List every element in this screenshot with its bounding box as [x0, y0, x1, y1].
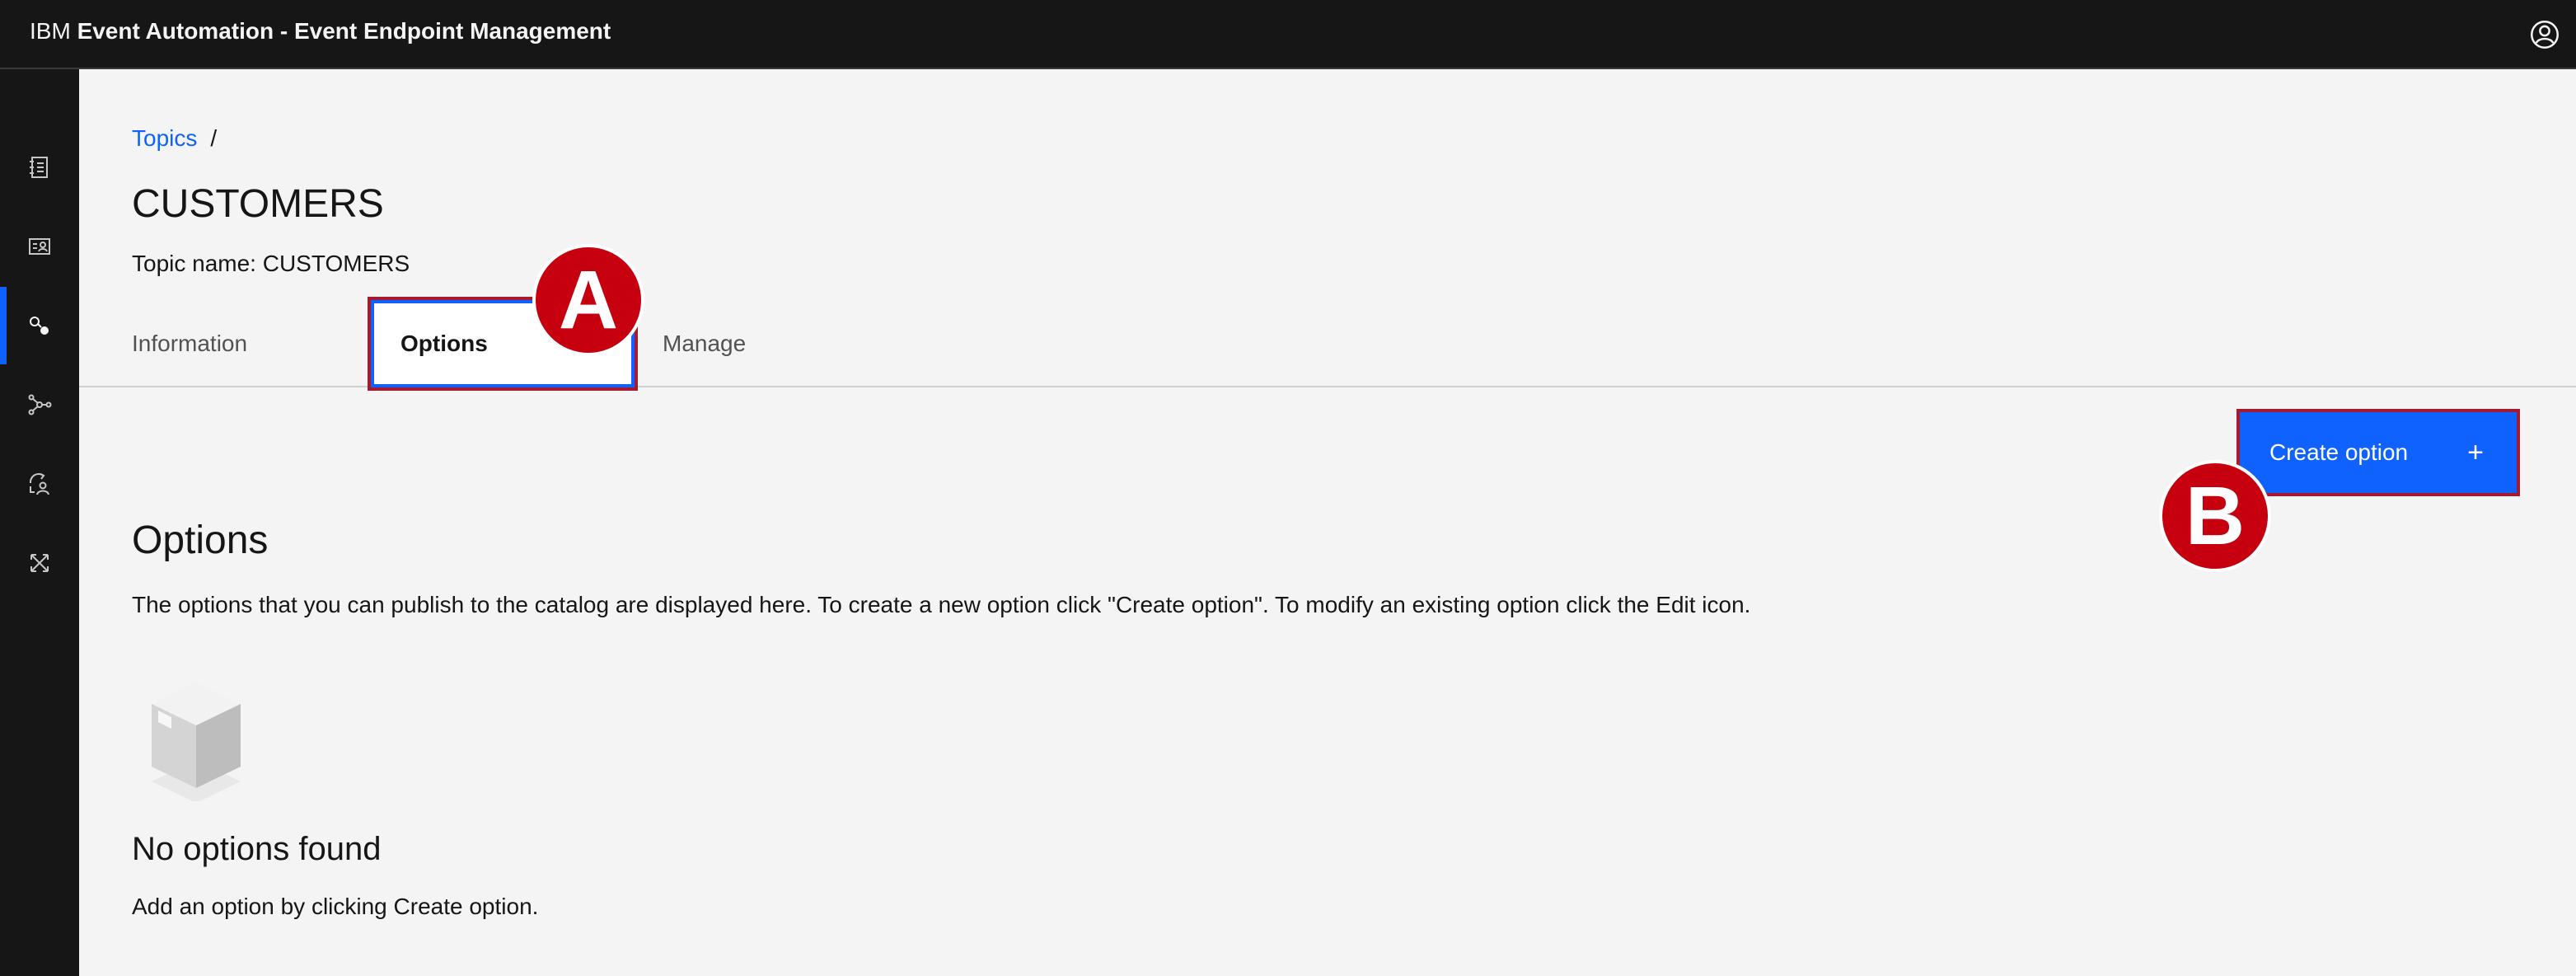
nav-item-integrations[interactable] [0, 524, 79, 602]
annotation-marker-b: B [2159, 460, 2271, 572]
topic-name-label: Topic name: CUSTOMERS [132, 251, 410, 276]
tab-options-label: Options [400, 331, 488, 356]
subscriptions-icon [29, 238, 50, 255]
user-profile-button[interactable] [2523, 13, 2566, 56]
topics-icon [30, 317, 49, 335]
side-navigation [0, 69, 79, 976]
nav-item-topics[interactable] [0, 287, 79, 364]
nav-item-catalog[interactable] [0, 129, 79, 206]
tab-information[interactable]: Information [132, 300, 330, 387]
nav-item-user-management[interactable] [0, 445, 79, 523]
tab-information-label: Information [132, 331, 248, 356]
add-icon: + [2467, 437, 2484, 468]
breadcrumb: Topics / [132, 124, 217, 153]
brand-name[interactable]: IBM Event Automation - Event Endpoint Ma… [30, 16, 611, 46]
user-avatar-icon [2531, 21, 2559, 49]
catalog-icon [30, 157, 48, 178]
page-title: CUSTOMERS [132, 182, 384, 226]
options-section-description: The options that you can publish to the … [132, 592, 1751, 617]
gateways-icon [28, 394, 52, 415]
breadcrumb-link-topics[interactable]: Topics [132, 125, 197, 151]
tab-manage-label: Manage [663, 331, 747, 356]
tab-list: Information Options Manage [79, 300, 2576, 387]
nav-item-gateways[interactable] [0, 366, 79, 443]
empty-state-description: Add an option by clicking Create option. [132, 894, 539, 919]
integrations-icon [30, 554, 49, 572]
nav-item-subscriptions[interactable] [0, 208, 79, 285]
top-header: IBM Event Automation - Event Endpoint Ma… [0, 0, 2576, 69]
empty-box-icon [143, 666, 249, 805]
create-option-button[interactable]: Create option + [2240, 412, 2517, 493]
create-option-label: Create option [2269, 439, 2409, 465]
user-management-icon [29, 473, 49, 495]
options-section-title: Options [132, 518, 269, 562]
brand-prefix: IBM [30, 18, 71, 44]
product-name: Event Automation - Event Endpoint Manage… [77, 18, 611, 44]
empty-state-title: No options found [132, 831, 382, 867]
annotation-marker-a: A [532, 244, 644, 356]
breadcrumb-separator: / [210, 125, 218, 151]
tab-manage[interactable]: Manage [663, 300, 827, 387]
